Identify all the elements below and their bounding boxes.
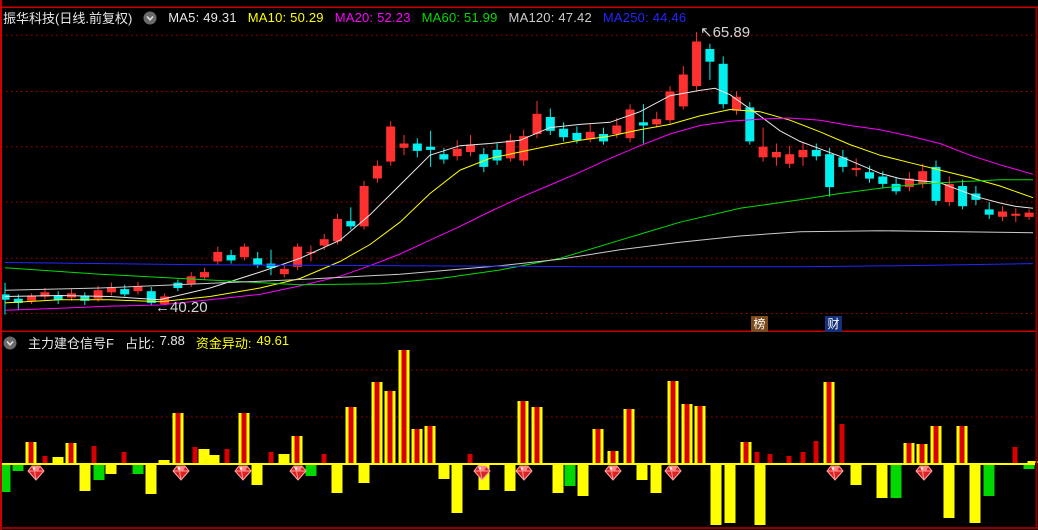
fund-move-stat: 资金异动: 49.61 [196,333,289,352]
gem-diamond-icon [515,465,533,481]
ma10-legend: MA10: 50.29 [247,10,324,25]
stock-title: 振华科技(日线.前复权) [3,11,133,26]
stock-chart-canvas[interactable] [0,0,1038,530]
ma20-legend: MA20: 52.23 [334,10,411,25]
ratio-label: 占比: [124,336,155,351]
ma250-legend: MA250: 44.46 [602,10,687,25]
fund-move-value: 49.61 [256,333,290,348]
price-gridlines [1,34,1034,314]
collapse-indicator-icon[interactable] [3,336,17,350]
ma-line-MA250 [4,262,1034,268]
ma-line-MA5 [4,87,1034,301]
ratio-stat: 占比: 7.88 [125,333,185,352]
zero-line [0,463,1035,465]
fund-move-label: 资金异动: [195,336,252,351]
ma5-legend: MA5: 49.31 [168,10,237,25]
ratio-value: 7.88 [159,333,185,348]
stock-app-window: 振华科技(日线.前复权) MA5: 49.31 MA10: 50.29 MA20… [0,0,1038,530]
gem-diamond-icon [915,465,933,481]
news-badge-bang[interactable]: 榜 [751,316,768,332]
gem-diamond-icon [826,465,844,481]
price-panel-header: 振华科技(日线.前复权) MA5: 49.31 MA10: 50.29 MA20… [3,8,686,27]
ma-line-MA120 [4,230,1034,291]
news-badge-cai[interactable]: 财 [825,316,842,332]
indicator-name: 主力建仓信号F [28,336,114,351]
peak-price-annotation: ↖65.89 [700,24,751,41]
indicator-bars-layer [0,350,1038,525]
ma-lines-layer [4,87,1034,311]
gem-diamond-icon [604,465,622,481]
ma-line-MA20 [4,117,1034,311]
gem-diamond-icon [234,465,252,481]
candles-layer [0,32,1034,315]
gem-diamond-icon [172,465,190,481]
diamond-markers-layer [27,465,933,481]
gem-diamond-icon [664,465,682,481]
ma120-legend: MA120: 47.42 [508,10,592,25]
gem-diamond-icon [289,465,307,481]
ma-line-MA60 [4,179,1033,286]
low-price-annotation: ←40.20 [155,299,208,316]
ma60-legend: MA60: 51.99 [421,10,498,25]
ma-line-MA10 [4,108,1034,304]
indicator-panel-header: 主力建仓信号F 占比: 7.88 资金异动: 49.61 [3,333,289,352]
collapse-panel-icon[interactable] [143,11,157,25]
gem-diamond-icon [27,465,45,481]
